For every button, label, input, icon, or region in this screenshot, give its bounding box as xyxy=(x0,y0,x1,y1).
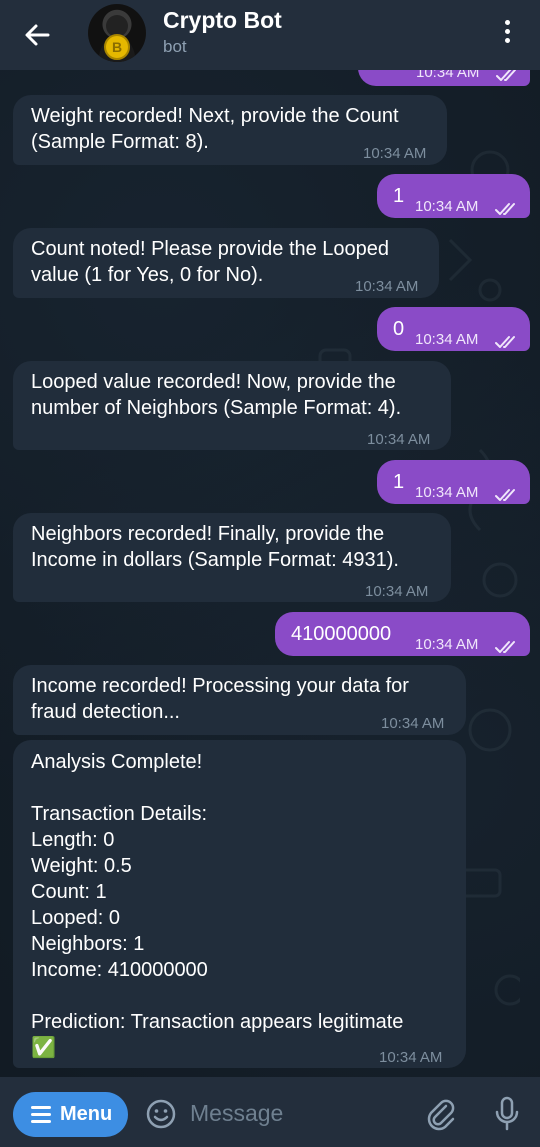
message-text: 0 xyxy=(393,318,405,340)
message-timestamp: 10:34 AM xyxy=(363,145,427,162)
paperclip-icon[interactable] xyxy=(424,1097,458,1131)
message-text: Looped: 0 xyxy=(31,907,120,929)
message-text: value (1 for Yes, 0 for No). xyxy=(31,264,264,286)
message-text: 1 xyxy=(393,471,405,493)
outgoing-message[interactable]: 410000000 10:34 AM xyxy=(275,612,530,656)
outgoing-message[interactable]: 0 10:34 AM xyxy=(377,307,530,351)
composer-bar: Menu xyxy=(0,1077,540,1147)
hamburger-icon xyxy=(31,1106,51,1127)
message-timestamp: 10:34 AM xyxy=(379,1049,443,1066)
message-timestamp: 10:34 AM xyxy=(415,198,479,215)
read-receipt-icon xyxy=(495,635,519,653)
message-text: ✅ xyxy=(31,1037,56,1059)
chat-subtitle: bot xyxy=(163,37,187,56)
message-text: 1 xyxy=(393,185,405,207)
message-timestamp: 10:34 AM xyxy=(415,331,479,348)
message-input[interactable] xyxy=(190,1095,390,1131)
menu-button[interactable]: Menu xyxy=(13,1092,128,1137)
incoming-message[interactable]: Analysis Complete! Transaction Details: Le… xyxy=(13,740,466,1068)
chat-title[interactable]: Crypto Bot xyxy=(163,7,282,34)
avatar[interactable]: B xyxy=(88,4,146,62)
read-receipt-icon xyxy=(495,330,519,348)
outgoing-message[interactable]: 1 10:34 AM xyxy=(377,460,530,504)
message-timestamp: 10:34 AM xyxy=(415,636,479,653)
message-text: Income in dollars (Sample Format: 4931). xyxy=(31,549,399,571)
message-text: Weight: 0.5 xyxy=(31,855,132,877)
back-arrow-icon[interactable] xyxy=(22,20,52,50)
message-text: 410000000 xyxy=(291,623,392,645)
message-timestamp: 10:34 AM xyxy=(365,583,429,600)
message-timestamp: 10:34 AM xyxy=(355,278,419,295)
message-text: Looped value recorded! Now, provide the xyxy=(31,371,396,393)
chat-header: B Crypto Bot bot xyxy=(0,0,540,70)
read-receipt-icon xyxy=(495,197,519,215)
message-timestamp: 10:34 AM xyxy=(381,715,445,732)
message-text: Income: 410000000 xyxy=(31,959,208,981)
message-text: Weight recorded! Next, provide the Count xyxy=(31,105,399,127)
message-text: Prediction: Transaction appears legitima… xyxy=(31,1011,404,1033)
message-text: Count: 1 xyxy=(31,881,107,903)
message-text: fraud detection... xyxy=(31,701,180,723)
incoming-message[interactable]: Income recorded! Processing your data fo… xyxy=(13,665,466,735)
more-options-icon[interactable] xyxy=(500,20,514,48)
message-timestamp: 10:34 AM xyxy=(415,484,479,501)
message-timestamp: 10:34 AM xyxy=(367,431,431,448)
incoming-message[interactable]: Count noted! Please provide the Looped va… xyxy=(13,228,439,298)
message-text: number of Neighbors (Sample Format: 4). xyxy=(31,397,402,419)
menu-label: Menu xyxy=(60,1103,113,1125)
message-text: (Sample Format: 8). xyxy=(31,131,209,153)
incoming-message[interactable]: Weight recorded! Next, provide the Count… xyxy=(13,95,447,165)
read-receipt-icon xyxy=(495,483,519,501)
message-text: Neighbors recorded! Finally, provide the xyxy=(31,523,385,545)
message-text: Neighbors: 1 xyxy=(31,933,145,955)
message-text: Income recorded! Processing your data fo… xyxy=(31,675,409,697)
emoji-icon[interactable] xyxy=(145,1098,177,1130)
message-text: Count noted! Please provide the Looped xyxy=(31,238,390,260)
message-text: Analysis Complete! xyxy=(31,751,203,773)
microphone-icon[interactable] xyxy=(494,1096,520,1132)
outgoing-message[interactable]: 1 10:34 AM xyxy=(377,174,530,218)
message-text: Length: 0 xyxy=(31,829,115,851)
avatar-coin: B xyxy=(104,34,130,60)
message-text: Transaction Details: xyxy=(31,803,207,825)
incoming-message[interactable]: Looped value recorded! Now, provide the n… xyxy=(13,361,451,450)
incoming-message[interactable]: Neighbors recorded! Finally, provide the… xyxy=(13,513,451,602)
message-list: 10:34 AM Weight recorded! Next, provide t… xyxy=(0,0,540,1077)
